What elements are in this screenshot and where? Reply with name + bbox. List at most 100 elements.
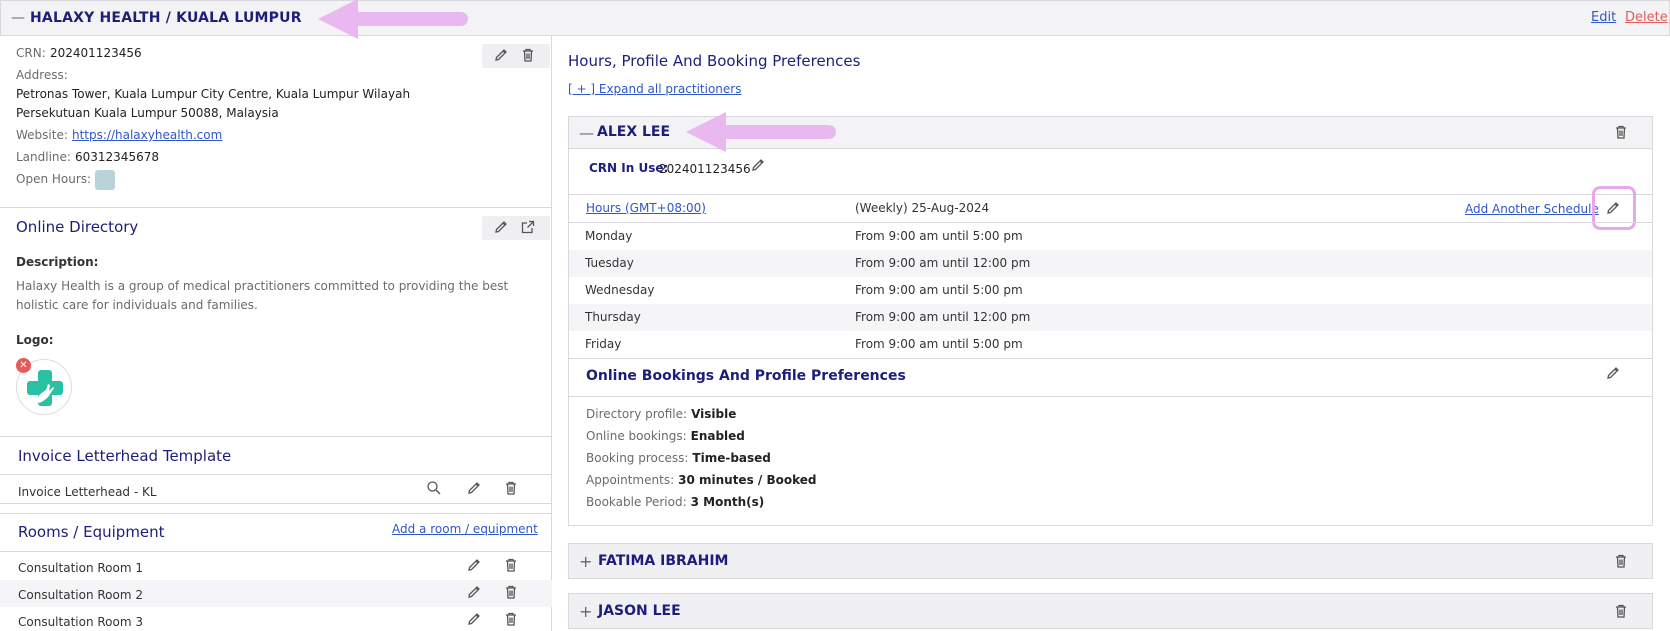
pencil-icon[interactable] xyxy=(466,584,484,602)
delete-link[interactable]: Delete xyxy=(1625,10,1668,25)
collapse-icon[interactable]: — xyxy=(579,124,594,142)
expand-all-link[interactable]: [ + ] Expand all practitioners xyxy=(568,82,741,96)
list-item: Consultation Room 2 xyxy=(0,580,552,607)
annotation-arrow-shaft xyxy=(712,125,836,139)
divider xyxy=(0,513,552,514)
online-directory-title: Online Directory xyxy=(16,218,139,236)
open-hours-swatch[interactable] xyxy=(95,170,115,190)
website-label: Website: xyxy=(16,128,68,142)
table-row: Monday From 9:00 am until 5:00 pm xyxy=(569,223,1652,250)
pref-label: Online bookings: xyxy=(586,429,687,443)
pencil-icon[interactable] xyxy=(466,557,484,575)
day-cell: Tuesday xyxy=(585,256,634,270)
day-cell: Friday xyxy=(585,337,622,351)
crn-in-use-value: 202401123456 xyxy=(659,162,751,176)
pref-label: Bookable Period: xyxy=(586,495,687,509)
remove-logo-icon[interactable]: ✕ xyxy=(16,358,31,373)
hours-profile-title: Hours, Profile And Booking Preferences xyxy=(568,52,861,70)
divider xyxy=(0,551,552,552)
landline-value: 60312345678 xyxy=(75,150,159,164)
list-item: Booking process: Time-based xyxy=(586,451,771,465)
booking-prefs-title: Online Bookings And Profile Preferences xyxy=(586,368,906,384)
trash-icon[interactable] xyxy=(503,480,521,498)
practitioner-header[interactable]: + JASON LEE xyxy=(568,593,1653,629)
pref-label: Directory profile: xyxy=(586,407,688,421)
search-icon[interactable] xyxy=(426,480,444,498)
practitioner-name: JASON LEE xyxy=(598,603,681,619)
annotation-arrow-head xyxy=(686,112,726,152)
trash-icon[interactable] xyxy=(1613,603,1631,621)
pencil-icon[interactable] xyxy=(1605,200,1623,218)
external-link-icon[interactable] xyxy=(520,219,538,237)
day-cell: Wednesday xyxy=(585,283,655,297)
trash-icon[interactable] xyxy=(503,584,521,602)
crn-label: CRN: xyxy=(16,46,46,60)
pref-value: Visible xyxy=(691,407,737,421)
description-label: Description: xyxy=(16,255,99,269)
table-row: Thursday From 9:00 am until 12:00 pm xyxy=(569,304,1652,331)
day-cell: Thursday xyxy=(585,310,641,324)
divider xyxy=(0,503,552,504)
collapse-icon[interactable]: — xyxy=(11,10,25,26)
time-cell: From 9:00 am until 5:00 pm xyxy=(855,337,1023,351)
time-cell: From 9:00 am until 12:00 pm xyxy=(855,256,1031,270)
logo-label: Logo: xyxy=(16,333,54,347)
time-cell: From 9:00 am until 5:00 pm xyxy=(855,229,1023,243)
schedule-label: (Weekly) 25-Aug-2024 xyxy=(855,201,990,215)
pref-value: 3 Month(s) xyxy=(690,495,765,509)
open-hours-label: Open Hours: xyxy=(16,172,92,186)
list-item: Bookable Period: 3 Month(s) xyxy=(586,495,764,509)
crn-value: 202401123456 xyxy=(50,46,142,60)
pref-label: Booking process: xyxy=(586,451,689,465)
time-cell: From 9:00 am until 5:00 pm xyxy=(855,283,1023,297)
trash-icon[interactable] xyxy=(520,47,538,65)
divider xyxy=(569,358,1652,359)
pencil-icon[interactable] xyxy=(1605,365,1623,383)
list-item: Appointments: 30 minutes / Booked xyxy=(586,473,816,487)
description-line-2: holistic care for individuals and famili… xyxy=(16,298,258,312)
location-details-column xyxy=(0,36,552,631)
divider xyxy=(569,396,1652,397)
divider xyxy=(0,436,552,437)
table-row: Friday From 9:00 am until 5:00 pm xyxy=(569,331,1652,358)
room-name: Consultation Room 1 xyxy=(18,561,143,575)
landline-label: Landline: xyxy=(16,150,71,164)
address-line-2: Persekutuan Kuala Lumpur 50088, Malaysia xyxy=(16,106,279,120)
expand-icon[interactable]: + xyxy=(579,602,592,621)
table-row: Tuesday From 9:00 am until 12:00 pm xyxy=(569,250,1652,277)
add-room-link[interactable]: Add a room / equipment xyxy=(392,522,538,536)
list-item: Online bookings: Enabled xyxy=(586,429,745,443)
pencil-icon[interactable] xyxy=(466,480,484,498)
trash-icon[interactable] xyxy=(1613,553,1631,571)
hours-timezone-link[interactable]: Hours (GMT+08:00) xyxy=(586,201,706,215)
table-row: Wednesday From 9:00 am until 5:00 pm xyxy=(569,277,1652,304)
time-cell: From 9:00 am until 12:00 pm xyxy=(855,310,1031,324)
invoice-letterhead-title: Invoice Letterhead Template xyxy=(18,447,232,465)
trash-icon[interactable] xyxy=(503,611,521,629)
add-schedule-link[interactable]: Add Another Schedule xyxy=(1465,202,1599,216)
divider xyxy=(0,474,552,475)
invoice-letterhead-item: Invoice Letterhead - KL xyxy=(18,485,157,499)
day-cell: Monday xyxy=(585,229,633,243)
pref-value: Time-based xyxy=(692,451,771,465)
pref-label: Appointments: xyxy=(586,473,675,487)
divider xyxy=(0,207,552,208)
pencil-icon[interactable] xyxy=(493,219,511,237)
pencil-icon[interactable] xyxy=(466,611,484,629)
annotation-arrow-shaft xyxy=(340,12,468,26)
list-item: Consultation Room 3 xyxy=(0,607,552,631)
rooms-equipment-title: Rooms / Equipment xyxy=(18,523,165,541)
practitioner-name: ALEX LEE xyxy=(597,124,671,140)
pencil-icon[interactable] xyxy=(750,157,768,175)
practitioner-header[interactable]: + FATIMA IBRAHIM xyxy=(568,543,1653,579)
trash-icon[interactable] xyxy=(503,557,521,575)
trash-icon[interactable] xyxy=(1613,124,1631,142)
website-link[interactable]: https://halaxyhealth.com xyxy=(72,128,222,142)
edit-link[interactable]: Edit xyxy=(1591,10,1616,25)
divider xyxy=(569,194,1652,195)
location-title: HALAXY HEALTH / KUALA LUMPUR xyxy=(30,10,302,26)
pencil-icon[interactable] xyxy=(493,47,511,65)
pref-value: Enabled xyxy=(690,429,745,443)
location-header: — HALAXY HEALTH / KUALA LUMPUR Edit Dele… xyxy=(0,0,1670,36)
expand-icon[interactable]: + xyxy=(579,552,592,571)
